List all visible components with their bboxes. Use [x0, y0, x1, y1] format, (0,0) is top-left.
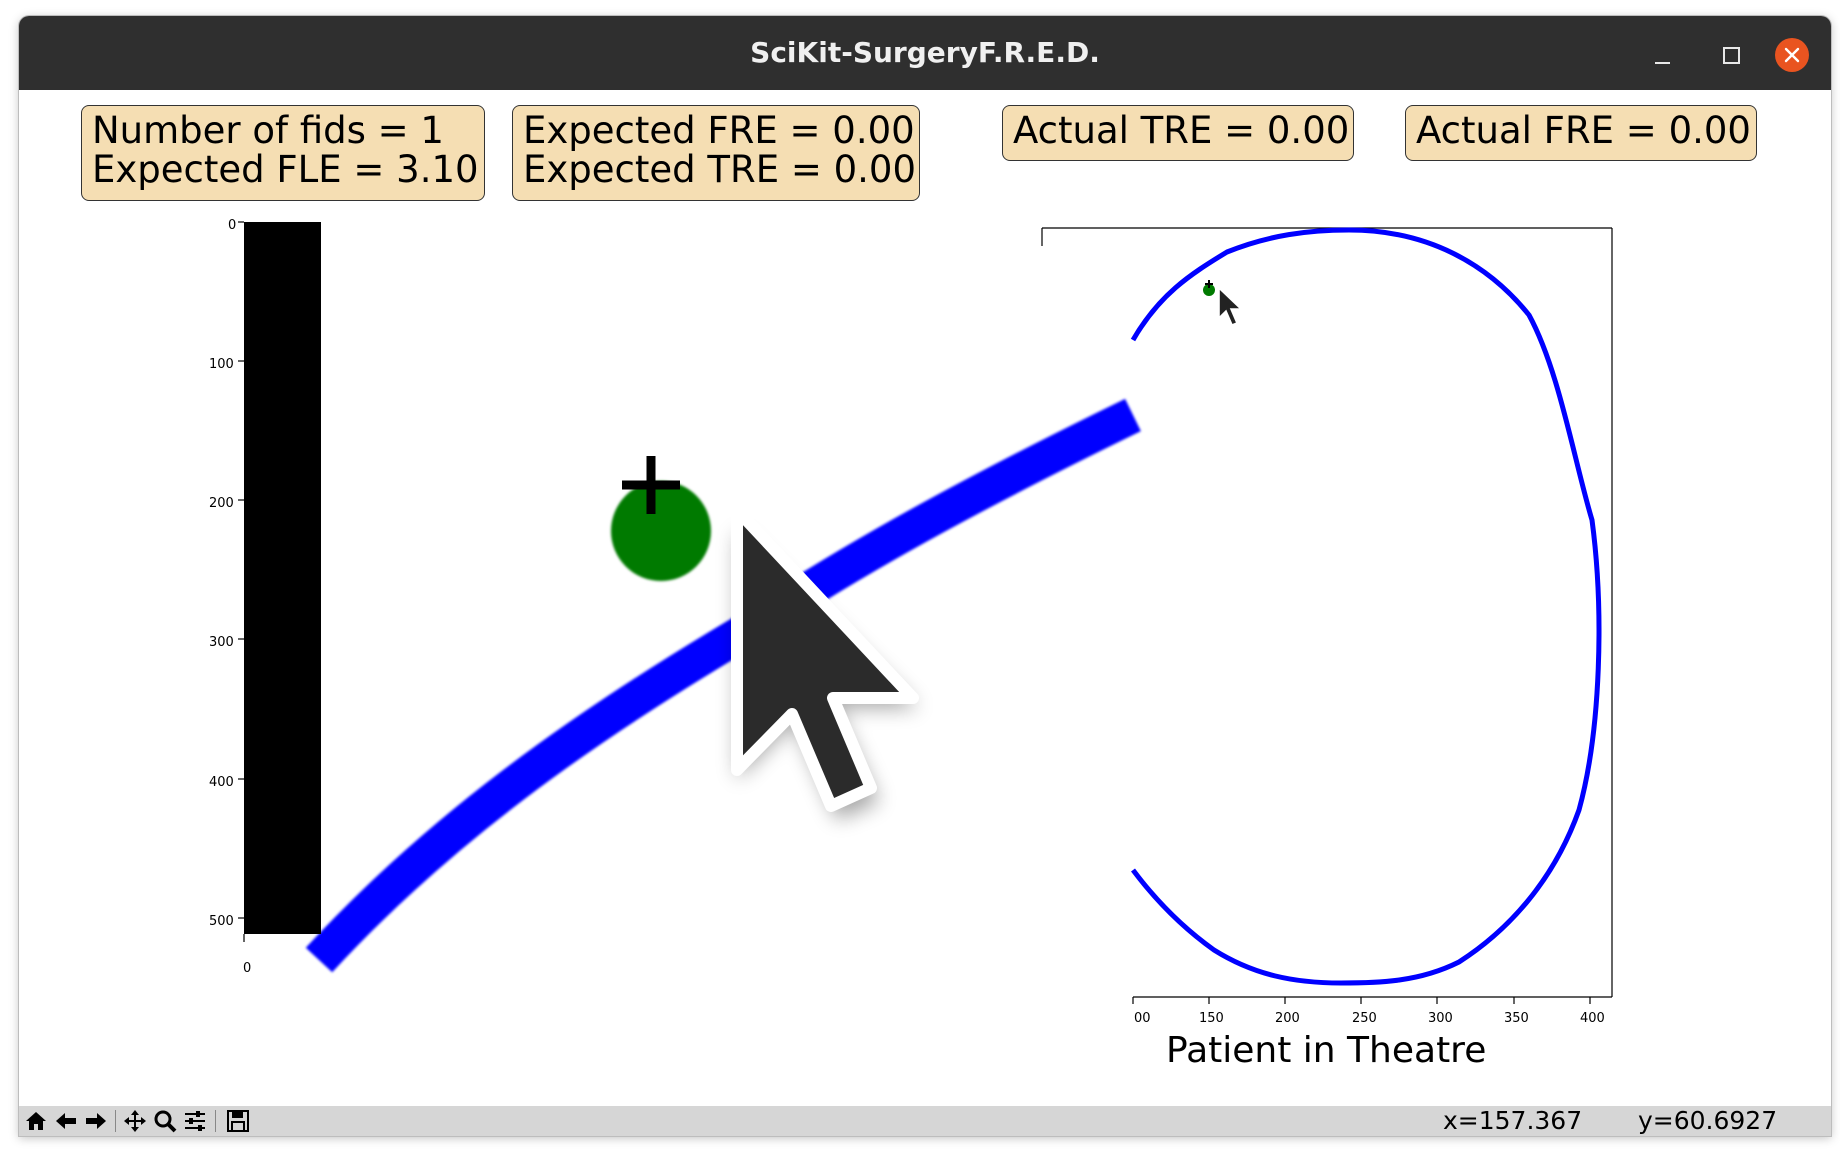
figure-canvas[interactable]: Number of fids = 1 Expected FLE = 3.10 E…	[19, 90, 1831, 1106]
title-bar[interactable]: SciKit-SurgeryF.R.E.D.	[19, 16, 1831, 90]
magnified-fiducial-marker	[611, 481, 711, 581]
save-button[interactable]	[225, 1108, 251, 1134]
minimize-button[interactable]	[1645, 38, 1679, 72]
pan-button[interactable]	[122, 1108, 148, 1134]
zoom-button[interactable]	[152, 1108, 178, 1134]
cursor-x-readout: x=157.367	[1443, 1106, 1583, 1135]
close-button[interactable]	[1775, 38, 1809, 72]
home-button[interactable]	[23, 1108, 49, 1134]
save-icon	[227, 1110, 249, 1132]
magnified-outline-curve	[305, 398, 1141, 973]
preop-y-ticks	[238, 221, 245, 942]
theatre-outline-curve	[1130, 227, 1602, 986]
configure-subplots-button[interactable]	[182, 1108, 208, 1134]
toolbar-separator	[115, 1110, 116, 1132]
configure-icon	[185, 1111, 205, 1131]
zoom-icon	[154, 1110, 177, 1133]
close-icon	[1784, 47, 1800, 63]
plot-graphics	[238, 221, 1613, 1004]
cursor-y-readout: y=60.6927	[1638, 1106, 1778, 1135]
forward-icon	[86, 1113, 106, 1129]
theatre-x-ticks	[1132, 997, 1591, 1004]
window-title: SciKit-SurgeryF.R.E.D.	[750, 36, 1100, 69]
pan-icon	[124, 1110, 146, 1132]
forward-button[interactable]	[83, 1108, 109, 1134]
back-button[interactable]	[53, 1108, 79, 1134]
theatre-axes-frame	[1041, 227, 1613, 998]
preop-image-strip[interactable]	[244, 222, 321, 934]
toolbar-separator	[215, 1110, 216, 1132]
maximize-button[interactable]	[1713, 38, 1747, 72]
home-icon	[26, 1112, 46, 1130]
app-window: SciKit-SurgeryF.R.E.D. Number of fids = …	[19, 16, 1831, 1136]
small-cursor-icon	[1218, 286, 1243, 327]
navigation-toolbar: x=157.367 y=60.6927	[19, 1106, 1831, 1136]
back-icon	[56, 1113, 76, 1129]
